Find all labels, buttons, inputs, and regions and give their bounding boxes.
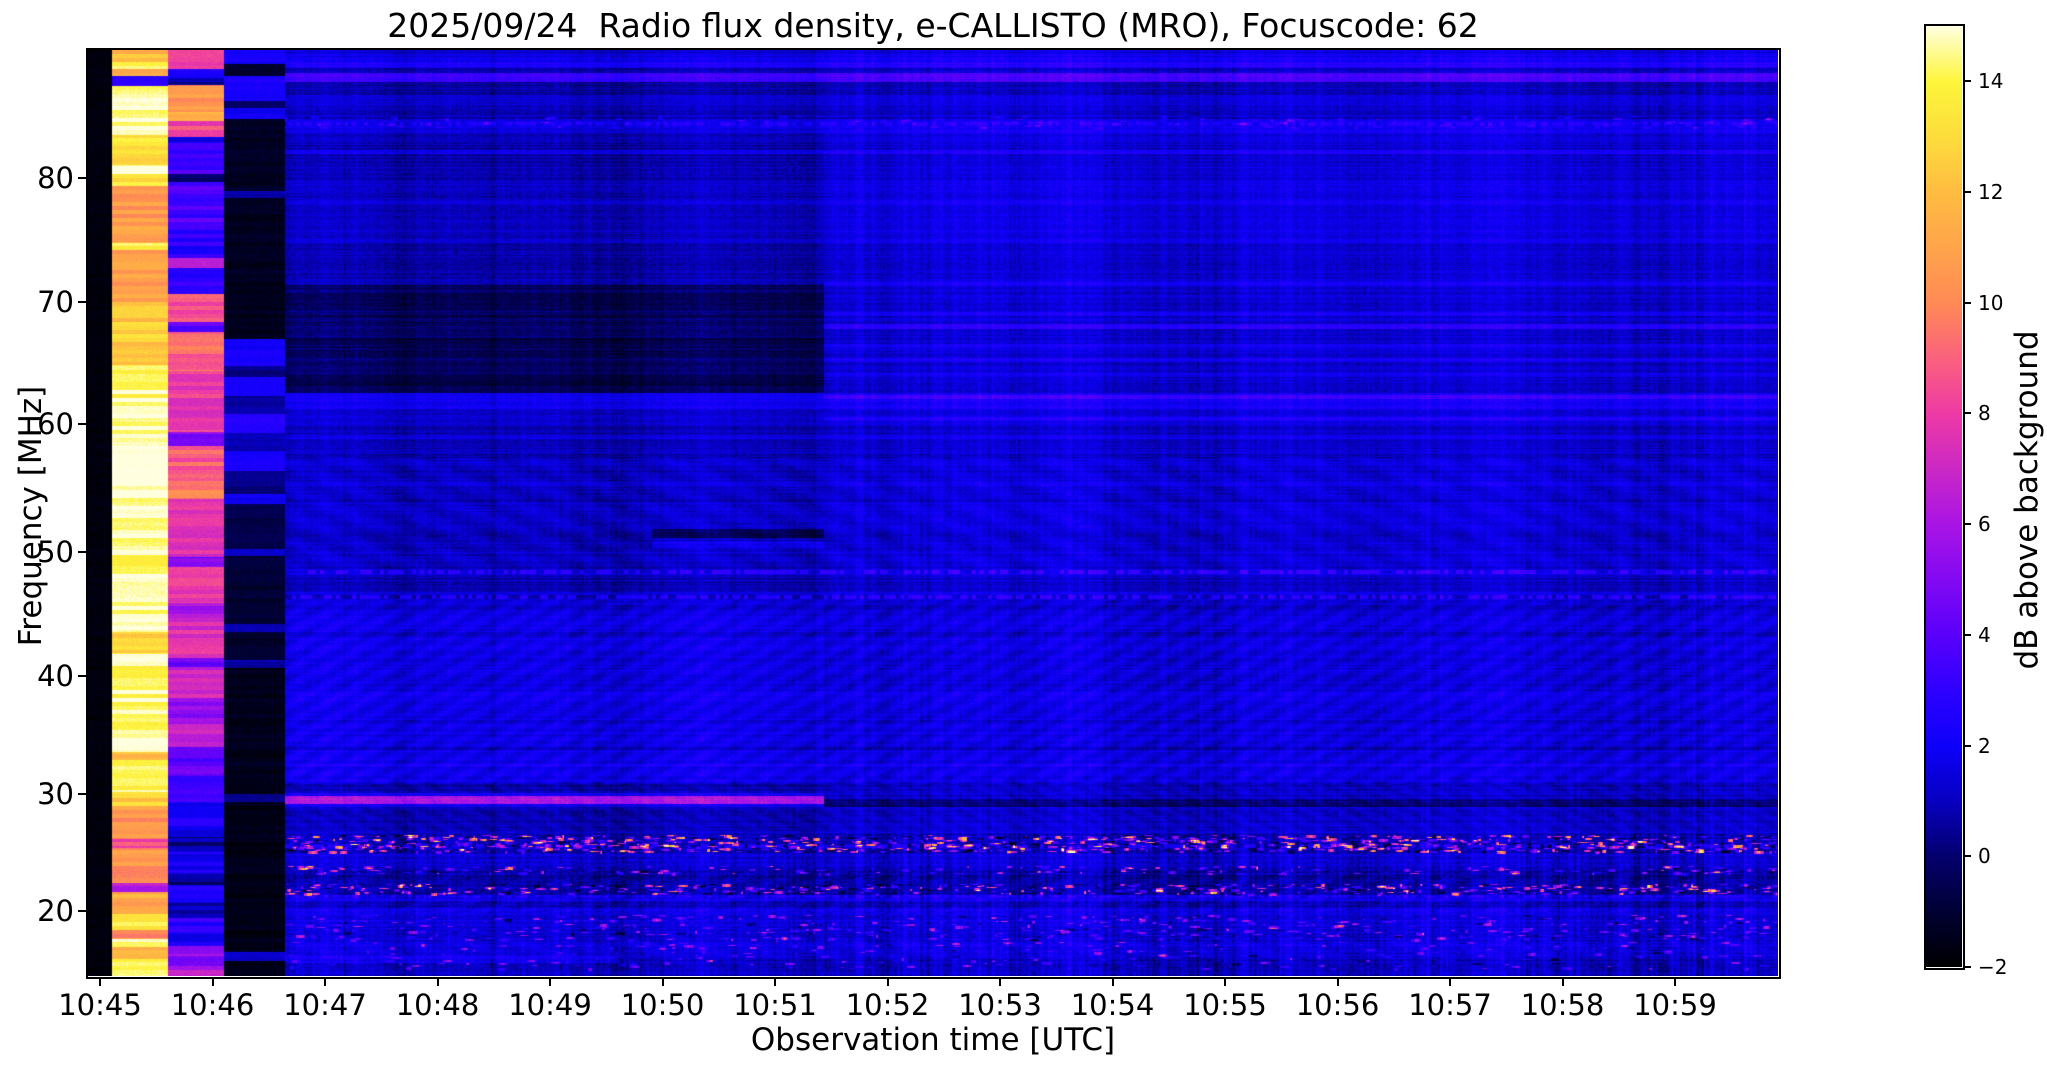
x-axis-label: Observation time [UTC] xyxy=(750,1022,1116,1058)
colorbar-tick-label: 6 xyxy=(1978,512,1991,537)
x-axis-tick xyxy=(1336,977,1339,986)
colorbar-tick xyxy=(1963,191,1971,194)
y-axis-tick xyxy=(78,177,87,179)
x-axis-tick xyxy=(1674,977,1676,986)
x-axis-tick-label: 10:51 xyxy=(733,988,817,1022)
y-axis-tick xyxy=(78,910,87,912)
colorbar-tick-label: 4 xyxy=(1978,622,1991,647)
y-axis-tick xyxy=(78,793,87,795)
y-axis-tick xyxy=(78,551,87,553)
colorbar-tick xyxy=(1963,966,1971,968)
colorbar-tick-label: 2 xyxy=(1978,733,1991,758)
x-axis-tick-label: 10:57 xyxy=(1408,988,1492,1022)
x-axis-tick-label: 10:55 xyxy=(1183,988,1267,1022)
x-axis-tick-label: 10:46 xyxy=(170,988,255,1022)
colorbar-tick xyxy=(1963,855,1971,858)
x-axis-tick-label: 10:50 xyxy=(620,988,705,1022)
x-axis-tick xyxy=(1111,977,1114,986)
x-axis-tick xyxy=(1224,977,1226,986)
x-axis-tick xyxy=(1561,977,1564,986)
x-axis-tick-label: 10:47 xyxy=(283,988,367,1022)
chart-title: 2025/09/24 Radio flux density, e-CALLIST… xyxy=(387,6,1479,45)
colorbar-tick-label: 12 xyxy=(1978,180,2004,205)
colorbar-tick xyxy=(1963,744,1971,747)
x-axis-tick xyxy=(661,977,664,986)
x-axis-tick-label: 10:59 xyxy=(1633,988,1717,1022)
x-axis-tick-label: 10:45 xyxy=(58,988,142,1022)
y-axis-tick xyxy=(78,301,87,303)
colorbar-tick-label: 10 xyxy=(1978,290,2004,315)
x-axis-tick-label: 10:49 xyxy=(508,988,592,1022)
x-axis-tick xyxy=(324,977,326,986)
x-axis-tick xyxy=(99,977,101,986)
x-axis-tick xyxy=(211,977,214,986)
y-axis-tick-label: 30 xyxy=(37,777,74,811)
spectrogram-figure: 2025/09/24 Radio flux density, e-CALLIST… xyxy=(0,0,2047,1067)
colorbar-tick-label: 0 xyxy=(1978,844,1991,869)
colorbar-tick xyxy=(1963,633,1971,636)
x-axis-tick-label: 10:48 xyxy=(395,988,480,1022)
colorbar-tick xyxy=(1963,412,1971,415)
x-axis-tick-label: 10:53 xyxy=(958,988,1042,1022)
x-axis-tick-label: 10:58 xyxy=(1520,988,1605,1022)
colorbar-gradient xyxy=(1926,26,1962,967)
x-axis-tick-label: 10:52 xyxy=(845,988,930,1022)
colorbar-tick-label: 8 xyxy=(1978,401,1991,426)
colorbar-tick xyxy=(1963,523,1971,526)
x-axis-tick xyxy=(549,977,551,986)
x-axis-tick xyxy=(1449,977,1451,986)
y-axis-tick xyxy=(78,675,87,677)
colorbar-tick xyxy=(1963,80,1971,83)
colorbar-tick-label: −2 xyxy=(1978,955,2008,979)
colorbar-tick xyxy=(1963,301,1971,304)
x-axis-tick-label: 10:56 xyxy=(1295,988,1380,1022)
spectrogram-canvas xyxy=(88,50,1778,976)
y-axis-label: Frequency [MHz] xyxy=(13,385,49,647)
x-axis-tick xyxy=(999,977,1001,986)
x-axis-tick xyxy=(774,977,776,986)
y-axis-tick-label: 80 xyxy=(37,161,74,195)
x-axis-tick xyxy=(886,977,889,986)
x-axis-tick-label: 10:54 xyxy=(1070,988,1155,1022)
x-axis-tick xyxy=(436,977,439,986)
colorbar-label: dB above background xyxy=(2009,330,2045,670)
y-axis-tick-label: 20 xyxy=(37,894,74,928)
colorbar-tick-label: 14 xyxy=(1978,69,2004,94)
y-axis-tick xyxy=(78,423,87,425)
